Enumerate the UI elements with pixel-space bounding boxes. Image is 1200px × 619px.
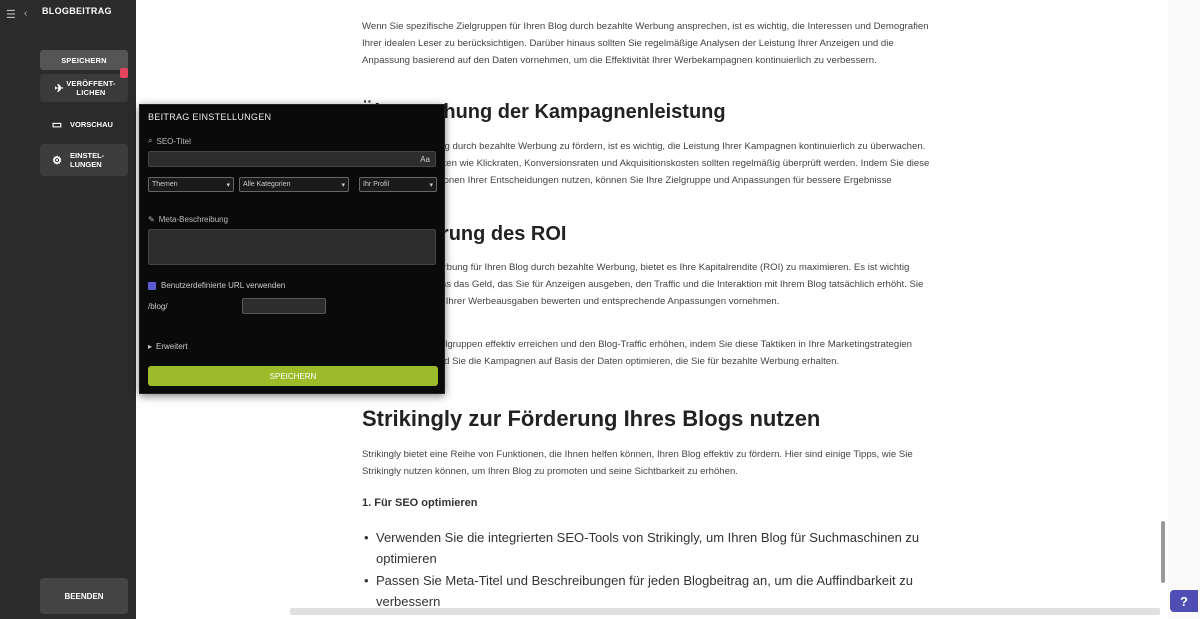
topics-value: Themen	[152, 181, 178, 188]
chevron-down-icon: ▾	[226, 181, 230, 189]
post-settings-popup: BEITRAG EINSTELLUNGEN ⌕ SEO-Titel Aa The…	[139, 104, 445, 394]
chevron-right-icon: ▸	[148, 342, 153, 351]
checkbox-checked[interactable]	[148, 281, 156, 290]
gear-icon: ⚙	[52, 154, 62, 167]
heading-strikingly: Strikingly zur Förderung Ihres Blogs nut…	[362, 406, 821, 431]
meta-description-label: ✎ Meta-Beschreibung	[148, 215, 228, 224]
topics-dropdown[interactable]: Themen ▾	[148, 177, 234, 192]
rocket-icon: ✈	[54, 82, 64, 95]
vertical-scroll-track	[1168, 0, 1200, 619]
seo-title-label-text: SEO-Titel	[156, 136, 191, 146]
paragraph: Wenn Sie spezifische Zielgruppen für Ihr…	[362, 21, 929, 66]
publish-label: VERÖFFENT- LICHEN	[66, 79, 116, 97]
editor-sidebar: ☰ ‹ BLOGBEITRAG SPEICHERN ✈ VERÖFFENT- L…	[0, 0, 136, 619]
seo-title-input[interactable]: Aa	[148, 151, 436, 167]
advanced-toggle[interactable]: ▸ Erweitert	[148, 342, 188, 351]
paragraph: Wenn Sie Ihren Blog durch bezahlte Werbu…	[362, 141, 930, 203]
chevron-down-icon: ▾	[429, 181, 433, 189]
sidebar-title: BLOGBEITRAG	[42, 6, 112, 16]
paragraph: Durch bezahlte Werbung für Ihren Blog du…	[362, 262, 924, 307]
meta-description-label-text: Meta-Beschreibung	[158, 215, 229, 224]
tag-icon: ✎	[148, 215, 155, 224]
chevron-down-icon: ▾	[341, 181, 345, 189]
author-dropdown[interactable]: Ihr Profil ▾	[359, 177, 437, 192]
settings-button[interactable]: ⚙ EINSTEL- LUNGEN	[40, 144, 128, 176]
vertical-scrollbar[interactable]	[1161, 521, 1165, 583]
url-slug-input[interactable]	[242, 298, 326, 314]
custom-url-checkbox[interactable]: Benutzerdefinierte URL verwenden	[148, 281, 285, 290]
preview-button[interactable]: ▭ VORSCHAU	[40, 108, 128, 140]
url-prefix: /blog/	[148, 302, 168, 311]
categories-dropdown[interactable]: Alle Kategorien ▾	[239, 177, 349, 192]
search-icon: ⌕	[148, 136, 153, 145]
paragraph: Sie können Ihre Zielgruppen effektiv err…	[362, 339, 913, 367]
preview-label: VORSCHAU	[70, 119, 113, 129]
categories-value: Alle Kategorien	[243, 181, 291, 188]
list-item: Verwenden Sie die integrierten SEO-Tools…	[364, 527, 936, 569]
paragraph: Strikingly bietet eine Reihe von Funktio…	[362, 449, 913, 477]
settings-label: EINSTEL- LUNGEN	[70, 151, 105, 169]
advanced-label: Erweitert	[156, 342, 188, 351]
author-value: Ihr Profil	[363, 181, 390, 188]
title-counter: Aa	[420, 154, 430, 164]
seo-title-label: ⌕ SEO-Titel	[148, 136, 191, 146]
custom-url-label: Benutzerdefinierte URL verwenden	[161, 281, 286, 290]
save-button[interactable]: SPEICHERN	[40, 50, 128, 70]
menu-icon[interactable]: ☰	[6, 8, 16, 21]
help-button[interactable]: ?	[1170, 590, 1198, 612]
list-item: Passen Sie Meta-Titel und Beschreibungen…	[364, 570, 936, 612]
monitor-icon: ▭	[51, 118, 63, 131]
back-icon[interactable]: ‹	[24, 8, 27, 19]
popup-title: BEITRAG EINSTELLUNGEN	[148, 112, 272, 122]
sidebar-header: ☰ ‹ BLOGBEITRAG	[0, 0, 136, 46]
notification-badge	[120, 68, 128, 78]
exit-button[interactable]: BEENDEN	[40, 578, 128, 614]
heading-seo: 1. Für SEO optimieren	[362, 497, 478, 509]
meta-description-input[interactable]	[148, 229, 436, 265]
horizontal-scrollbar[interactable]	[290, 608, 1160, 615]
publish-button[interactable]: ✈ VERÖFFENT- LICHEN	[40, 68, 128, 102]
popup-save-button[interactable]: SPEICHERN	[148, 366, 438, 386]
